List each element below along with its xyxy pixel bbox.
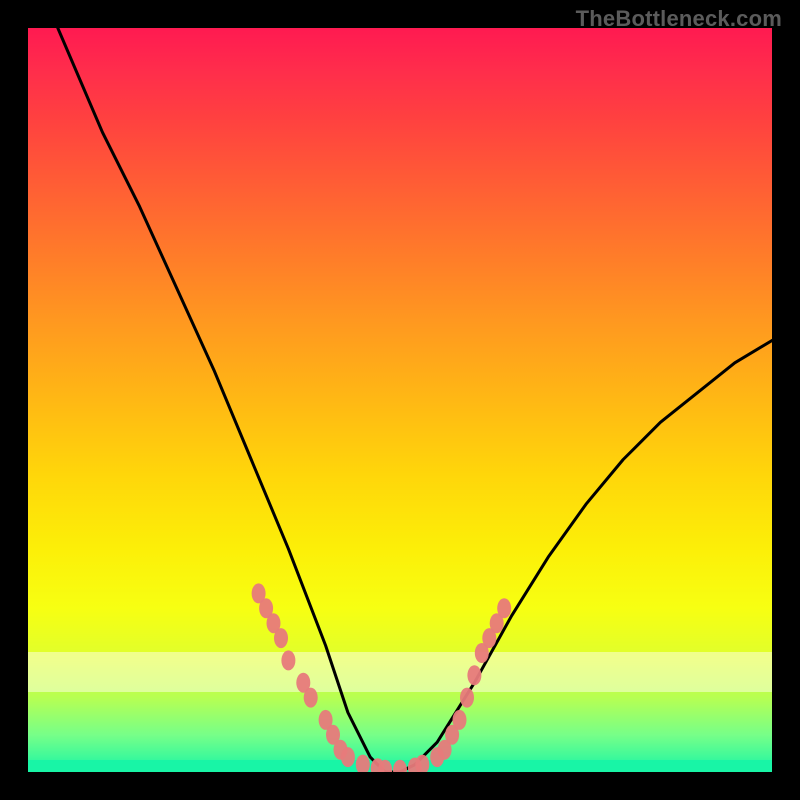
plot-area bbox=[28, 28, 772, 772]
chart-svg bbox=[28, 28, 772, 772]
chart-frame: TheBottleneck.com bbox=[0, 0, 800, 800]
data-markers bbox=[252, 583, 512, 772]
curve-line bbox=[58, 28, 772, 772]
